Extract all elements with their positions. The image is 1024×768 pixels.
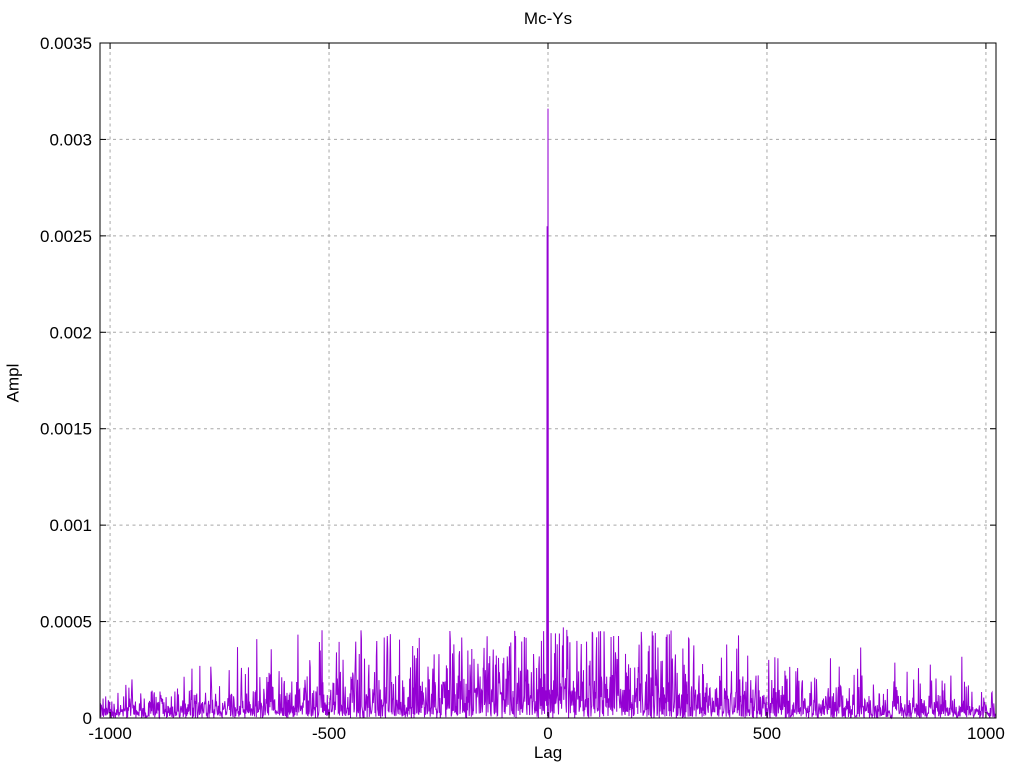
y-tick-label: 0.001 (49, 516, 92, 535)
y-tick-label: 0.0005 (40, 613, 92, 632)
chart-title: Mc-Ys (523, 9, 573, 28)
x-axis-label: Lag (533, 743, 563, 762)
y-tick-label: 0.003 (49, 130, 92, 149)
x-tick-label: -500 (312, 724, 346, 743)
y-tick-label: 0.0025 (40, 227, 92, 246)
y-tick-label: 0.0035 (40, 34, 92, 53)
y-tick-label: 0.0015 (40, 420, 92, 439)
y-tick-label: 0 (83, 709, 92, 728)
correlation-plot: -1000 -500 0 500 1000 0 0.0005 0.001 0.0015 0.002… (40, 34, 1005, 743)
gnuplot-canvas: Mc-Ys Ampl Lag -1000 -500 0 500 1000 0 0.0005 0… (0, 0, 1024, 768)
x-tick-label: 500 (753, 724, 781, 743)
x-tick-label: 1000 (967, 724, 1005, 743)
x-tick-label: 0 (543, 724, 552, 743)
y-tick-label: 0.002 (49, 323, 92, 342)
x-tick-label: -1000 (88, 724, 131, 743)
y-axis-label: Ampl (3, 363, 23, 403)
